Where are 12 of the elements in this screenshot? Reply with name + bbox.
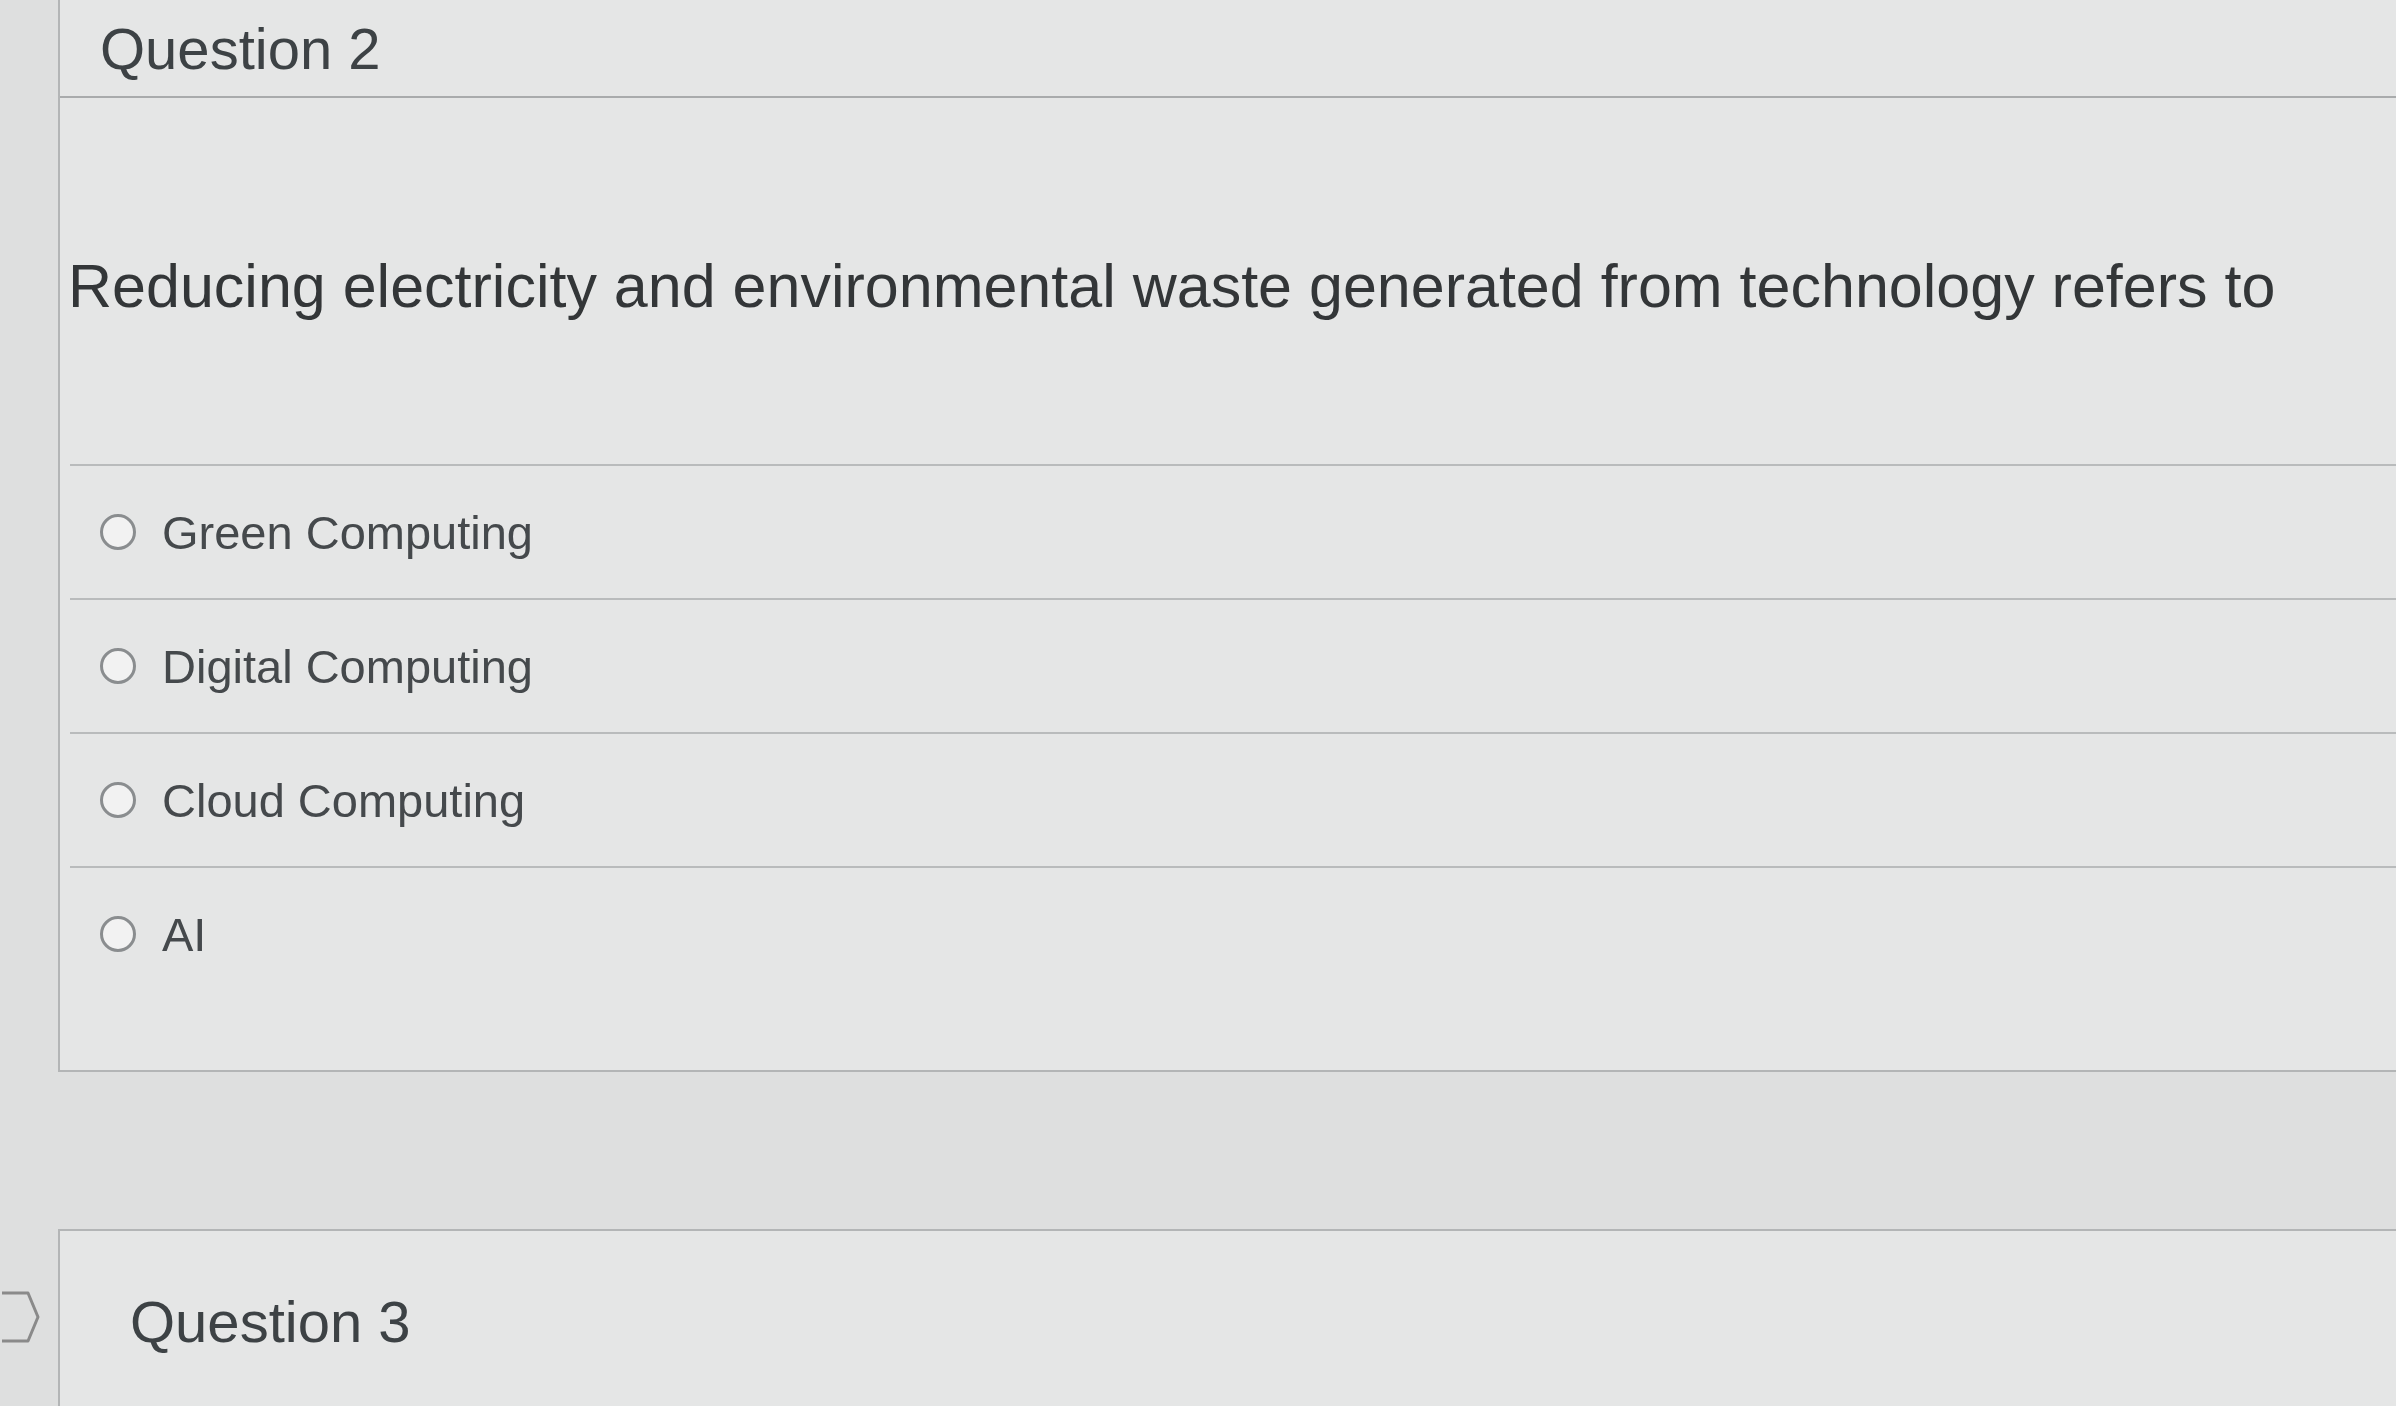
- answer-label: Digital Computing: [162, 638, 533, 694]
- answer-label: Green Computing: [162, 504, 533, 560]
- radio-button[interactable]: [100, 514, 136, 551]
- answer-label: Cloud Computing: [162, 772, 526, 828]
- flag-icon[interactable]: [0, 1291, 40, 1344]
- radio-button[interactable]: [100, 782, 136, 819]
- radio-button[interactable]: [100, 916, 136, 953]
- question-title: Question 3: [130, 1287, 411, 1355]
- question-title: Question 2: [100, 14, 381, 82]
- answer-label: AI: [162, 906, 207, 962]
- radio-button[interactable]: [100, 648, 136, 685]
- question-text: Reducing electricity and environmental waste generated from technology refers to: [67, 251, 2277, 322]
